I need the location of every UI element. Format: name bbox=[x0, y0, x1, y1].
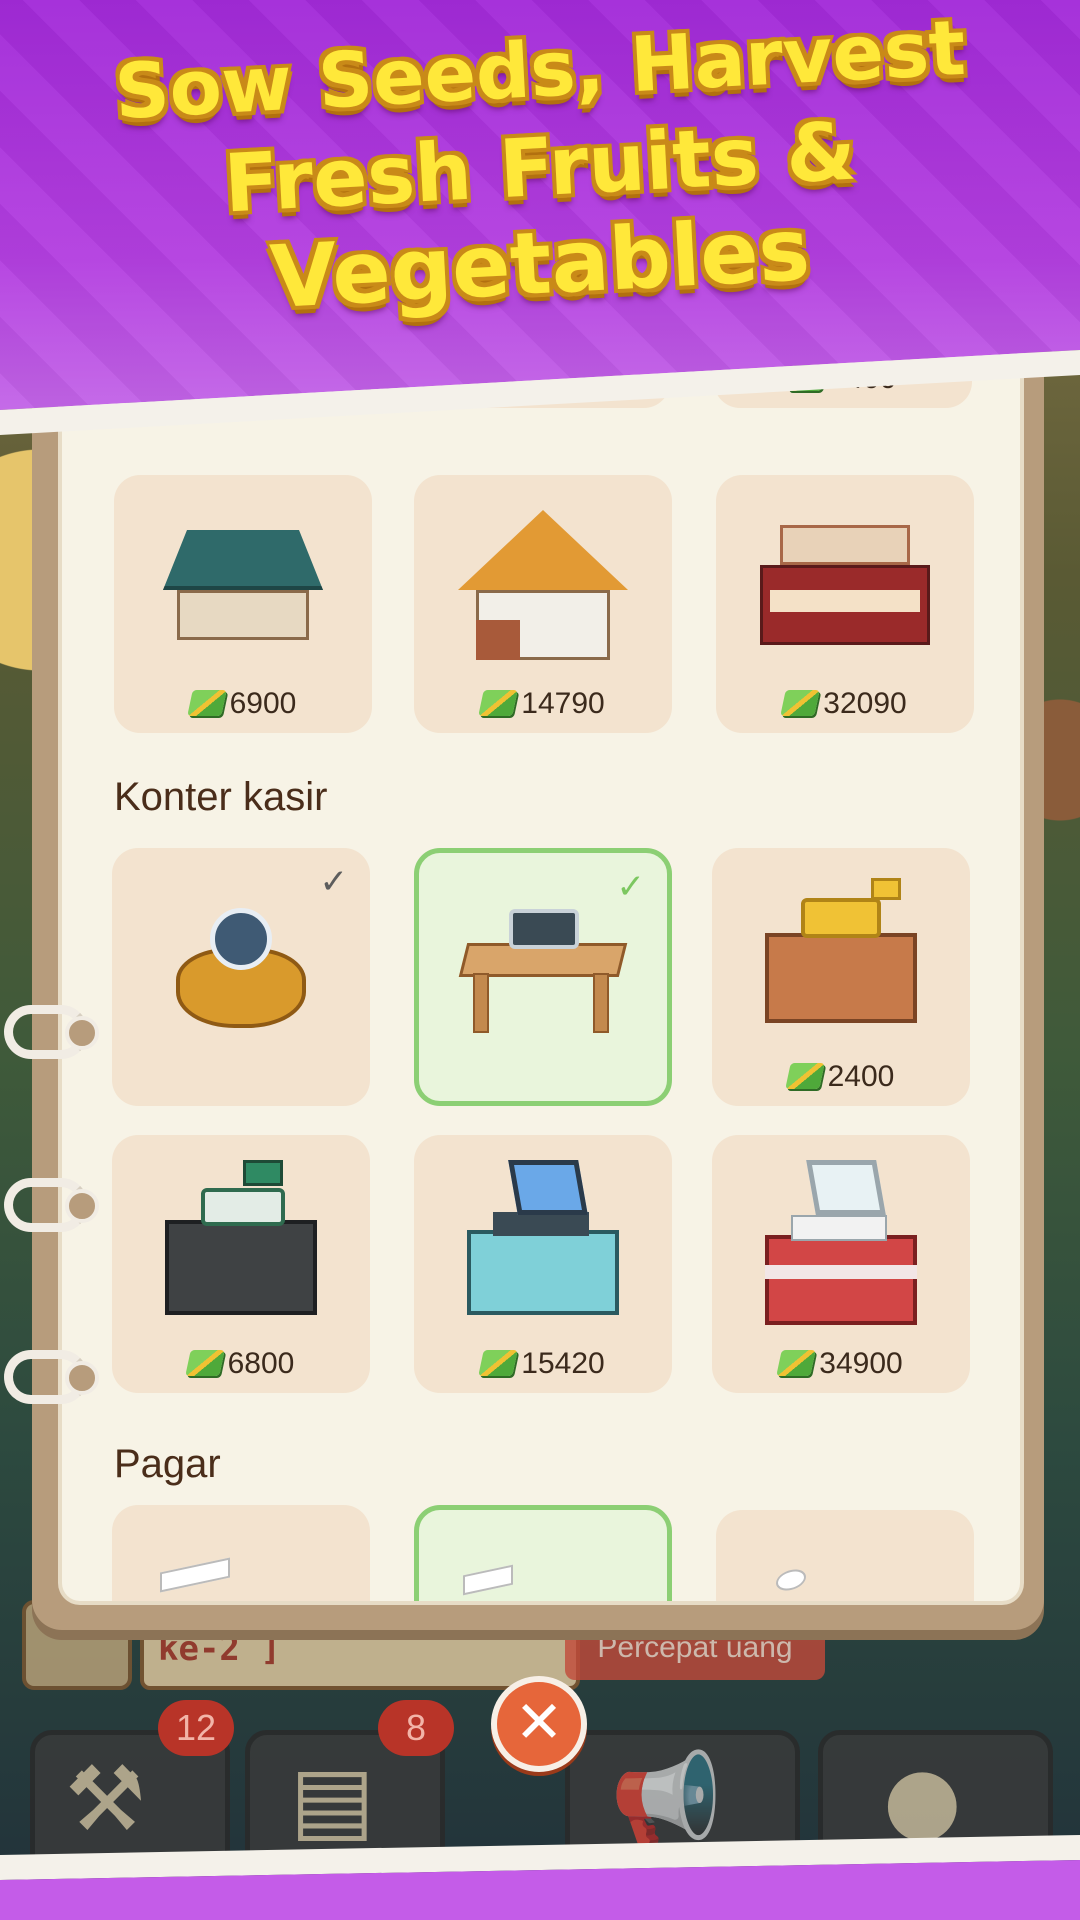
store-icon bbox=[760, 515, 930, 665]
cash-icon bbox=[784, 1063, 825, 1089]
notebook-count-badge: 8 bbox=[378, 1700, 454, 1756]
catalog-card-fence[interactable] bbox=[414, 1505, 672, 1601]
cash-icon bbox=[780, 690, 821, 716]
price-label: 6800 bbox=[112, 1347, 370, 1381]
catalog-card-fruit-store[interactable]: 32090 bbox=[716, 475, 974, 733]
check-icon: ✓ bbox=[616, 867, 646, 907]
close-button[interactable]: ✕ bbox=[491, 1676, 587, 1772]
price-label: 34900 bbox=[712, 1347, 970, 1381]
check-icon: ✓ bbox=[319, 862, 349, 902]
cash-icon bbox=[478, 1350, 519, 1376]
price-label: 15420 bbox=[414, 1347, 672, 1381]
price-label: 14790 bbox=[414, 687, 672, 721]
cash-icon bbox=[478, 690, 519, 716]
seed-icon: ● bbox=[883, 1747, 962, 1852]
fence-icon bbox=[776, 1566, 806, 1594]
fence-icon bbox=[160, 1557, 230, 1593]
promo-headline: Sow Seeds, Harvest Fresh Fruits & Vegeta… bbox=[0, 3, 1080, 328]
price-label: 32090 bbox=[716, 687, 974, 721]
cash-icon bbox=[186, 690, 227, 716]
catalog-card-stump-scale[interactable]: ✓ bbox=[112, 848, 370, 1106]
scale-icon bbox=[176, 908, 306, 1028]
cash-icon bbox=[184, 1350, 225, 1376]
catalog-card-teal-pos-terminal[interactable]: 15420 bbox=[414, 1135, 672, 1393]
price-label: 2400 bbox=[712, 1060, 970, 1094]
catalog-card-fence[interactable] bbox=[716, 1510, 974, 1601]
house-icon bbox=[163, 530, 323, 650]
catalog-card-orange-roof-house[interactable]: 14790 bbox=[414, 475, 672, 733]
section-title-fence: Pagar bbox=[114, 1442, 221, 1486]
binder-ring bbox=[4, 1350, 99, 1404]
cash-icon bbox=[776, 1350, 817, 1376]
catalog-card-teal-roof-house[interactable]: 6900 bbox=[114, 475, 372, 733]
binder-ring bbox=[4, 1178, 99, 1232]
section-title-counter: Konter kasir bbox=[114, 775, 328, 819]
fence-icon bbox=[463, 1564, 513, 1596]
megaphone-icon: 📢 bbox=[610, 1747, 723, 1852]
hammer-icon: ⚒ bbox=[65, 1747, 146, 1852]
scale-icon bbox=[761, 878, 921, 1028]
catalog-page[interactable]: 2400 6900 14790 32090 Konter kasir ✓ ✓ 2… bbox=[58, 330, 1024, 1605]
scale-icon bbox=[161, 1160, 321, 1325]
binder-ring bbox=[4, 1005, 99, 1059]
catalog-card-wooden-table-scale[interactable]: ✓ bbox=[414, 848, 672, 1106]
catalog-card-red-cash-register[interactable]: 34900 bbox=[712, 1135, 970, 1393]
pos-terminal-icon bbox=[463, 1160, 623, 1325]
catalog-card-cabinet-scale[interactable]: 2400 bbox=[712, 848, 970, 1106]
house-icon bbox=[458, 510, 628, 670]
scale-icon bbox=[458, 903, 628, 1043]
notebook-icon: ▤ bbox=[290, 1747, 376, 1852]
price-label: 6900 bbox=[114, 687, 372, 721]
catalog-card-dark-cabinet-scale[interactable]: 6800 bbox=[112, 1135, 370, 1393]
catalog-card-fence[interactable] bbox=[112, 1505, 370, 1601]
cash-register-icon bbox=[761, 1160, 921, 1330]
hammer-count-badge: 12 bbox=[158, 1700, 234, 1756]
